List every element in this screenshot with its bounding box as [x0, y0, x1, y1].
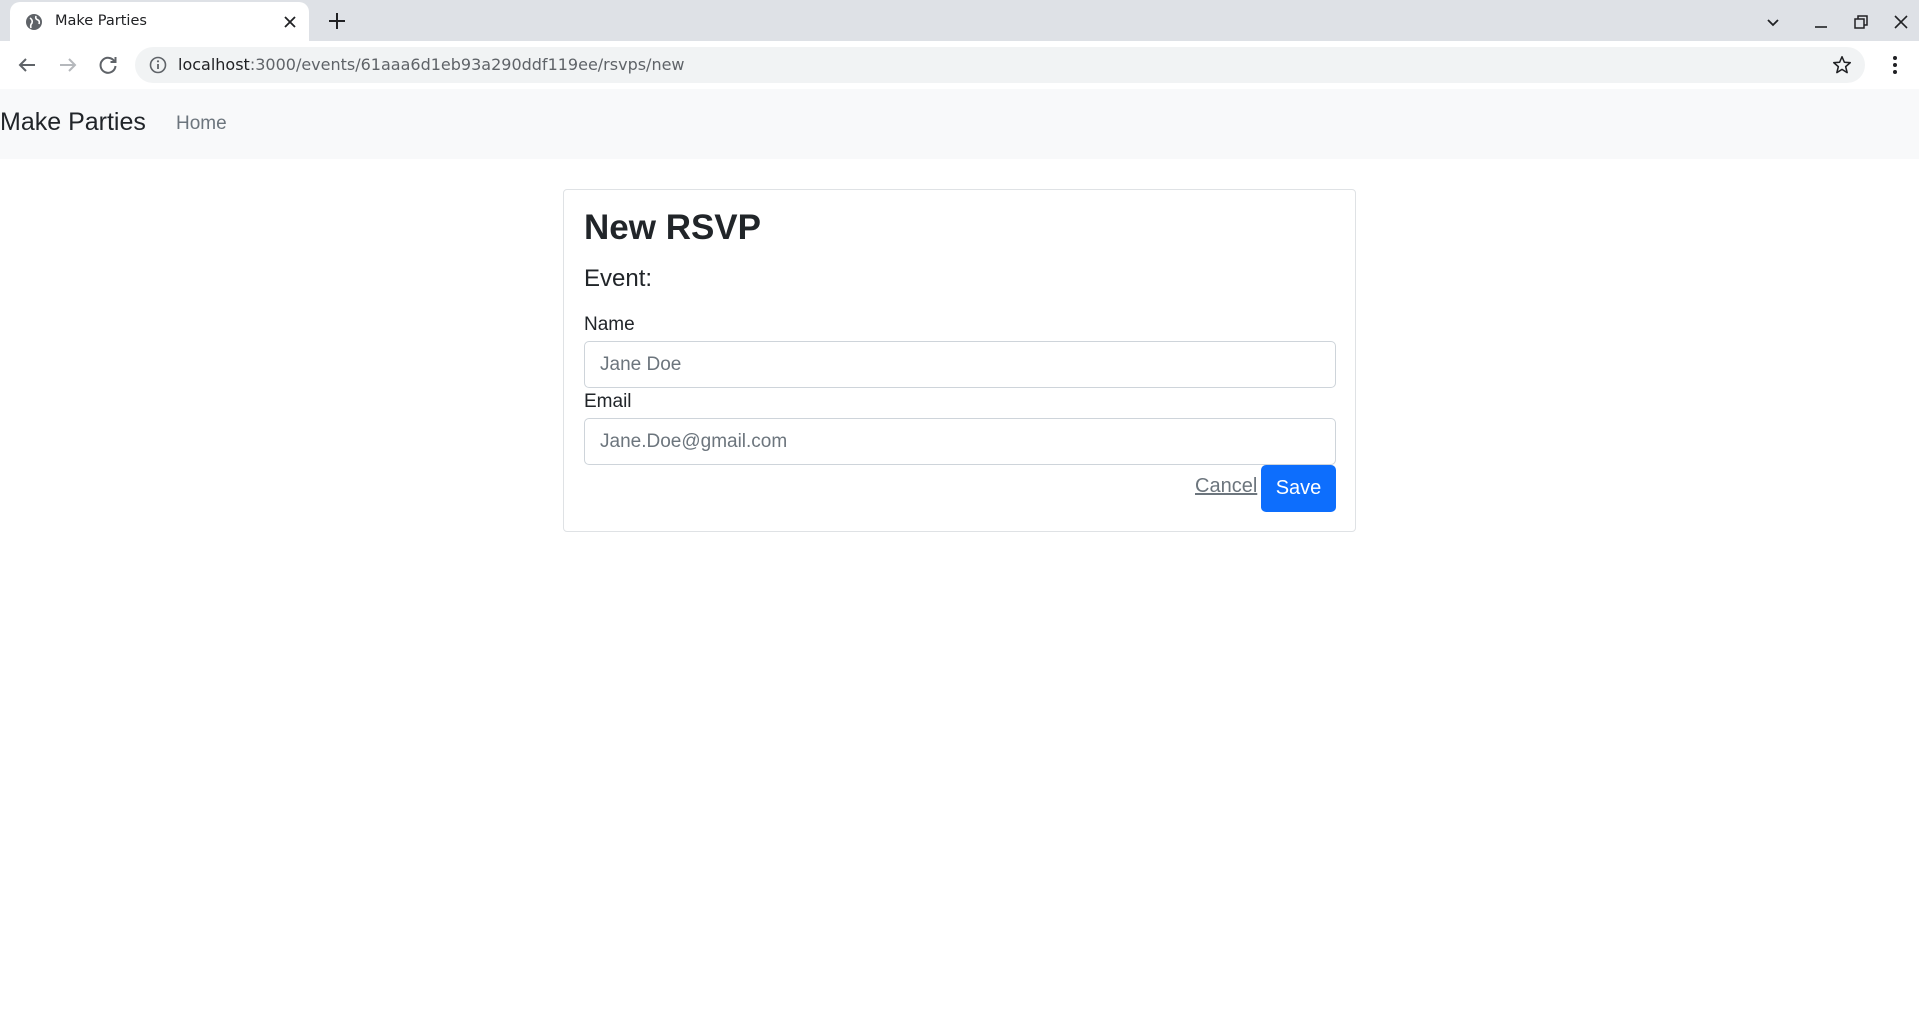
site-navbar: Make Parties Home: [0, 89, 1919, 159]
email-label: Email: [584, 391, 632, 412]
back-arrow-icon[interactable]: [15, 53, 39, 77]
kebab-menu-icon[interactable]: [1883, 53, 1907, 77]
new-tab-icon[interactable]: [326, 10, 348, 32]
info-icon[interactable]: [149, 56, 167, 74]
reload-icon[interactable]: [96, 53, 120, 77]
tab-title: Make Parties: [55, 13, 147, 29]
rsvp-form-card: New RSVP Event: Name Email Cancel Save: [563, 189, 1356, 532]
restore-icon[interactable]: [1851, 12, 1871, 32]
globe-icon: [26, 14, 42, 30]
nav-home-link[interactable]: Home: [176, 113, 227, 135]
url-path: :3000/events/61aaa6d1eb93a290ddf119ee/rs…: [249, 55, 685, 74]
browser-tab-strip: Make Parties: [0, 0, 1919, 41]
minimize-icon[interactable]: [1811, 12, 1831, 32]
close-icon[interactable]: [282, 14, 298, 30]
cancel-link[interactable]: Cancel: [1195, 475, 1257, 498]
url-text: localhost:3000/events/61aaa6d1eb93a290dd…: [178, 55, 685, 74]
url-host: localhost: [178, 55, 250, 74]
window-close-icon[interactable]: [1891, 12, 1911, 32]
address-bar[interactable]: localhost:3000/events/61aaa6d1eb93a290dd…: [135, 47, 1865, 83]
page-title: New RSVP: [584, 208, 761, 247]
brand-logo[interactable]: Make Parties: [0, 108, 146, 137]
name-field[interactable]: [584, 341, 1336, 388]
chevron-down-icon[interactable]: [1763, 12, 1783, 32]
browser-toolbar: localhost:3000/events/61aaa6d1eb93a290dd…: [0, 41, 1919, 90]
name-label: Name: [584, 314, 635, 335]
save-button[interactable]: Save: [1261, 465, 1336, 512]
email-field[interactable]: [584, 418, 1336, 465]
bookmark-star-icon[interactable]: [1831, 54, 1853, 76]
browser-tab[interactable]: Make Parties: [10, 2, 309, 41]
event-label: Event:: [584, 265, 653, 292]
forward-arrow-icon[interactable]: [56, 53, 80, 77]
